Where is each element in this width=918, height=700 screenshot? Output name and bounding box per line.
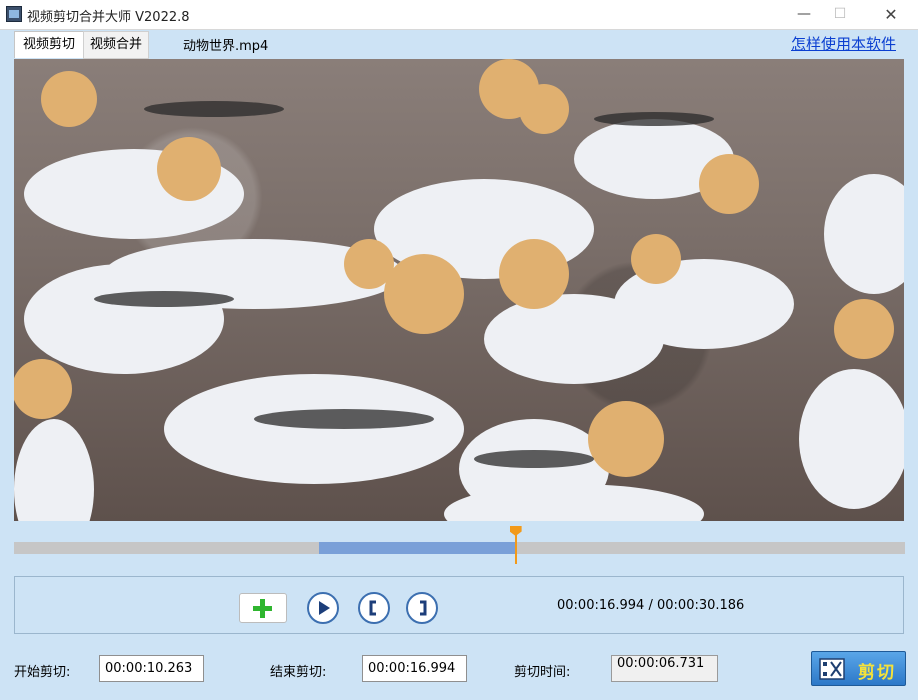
video-frame-image [14, 59, 904, 521]
tab-video-cut[interactable]: 视频剪切 [14, 31, 84, 58]
mark-out-button[interactable] [406, 592, 438, 624]
tab-video-merge[interactable]: 视频合并 [83, 31, 149, 59]
cut-button[interactable]: 剪切 [811, 651, 906, 686]
cut-duration-field: 00:00:06.731 [611, 655, 718, 682]
start-cut-field[interactable]: 00:00:10.263 [99, 655, 204, 682]
playback-controls: 00:00:16.994 / 00:00:30.186 [14, 576, 904, 634]
play-button[interactable] [307, 592, 339, 624]
film-scissors-icon [819, 657, 845, 681]
mark-out-icon [408, 594, 436, 622]
file-name: 动物世界.mp4 [183, 35, 268, 54]
play-icon [309, 594, 337, 622]
add-button[interactable] [239, 593, 287, 623]
tab-strip: 视频剪切 视频合并 动物世界.mp4 怎样使用本软件 [0, 29, 918, 59]
title-bar: 视频剪切合并大师 V2022.8 — ☐ ✕ [0, 0, 918, 30]
current-time: 00:00:16.994 [557, 598, 644, 613]
time-readout: 00:00:16.994 / 00:00:30.186 [557, 598, 744, 613]
mark-in-icon [360, 594, 388, 622]
time-separator: / [644, 598, 657, 613]
help-link[interactable]: 怎样使用本软件 [791, 33, 896, 54]
close-button[interactable]: ✕ [868, 0, 914, 29]
app-icon [6, 6, 22, 22]
end-cut-field[interactable]: 00:00:16.994 [362, 655, 467, 682]
playhead-marker[interactable] [510, 526, 522, 536]
timeline-selection [319, 542, 516, 554]
video-preview[interactable] [14, 59, 904, 521]
window-title: 视频剪切合并大师 V2022.8 [27, 6, 190, 25]
timeline-bar[interactable] [14, 542, 905, 554]
cut-duration-label: 剪切时间: [514, 661, 570, 680]
end-cut-label: 结束剪切: [270, 661, 326, 680]
cut-button-label: 剪切 [858, 658, 896, 683]
maximize-button[interactable]: ☐ [817, 0, 863, 29]
start-cut-label: 开始剪切: [14, 661, 70, 680]
add-icon [240, 594, 286, 622]
total-time: 00:00:30.186 [657, 598, 744, 613]
mark-in-button[interactable] [358, 592, 390, 624]
